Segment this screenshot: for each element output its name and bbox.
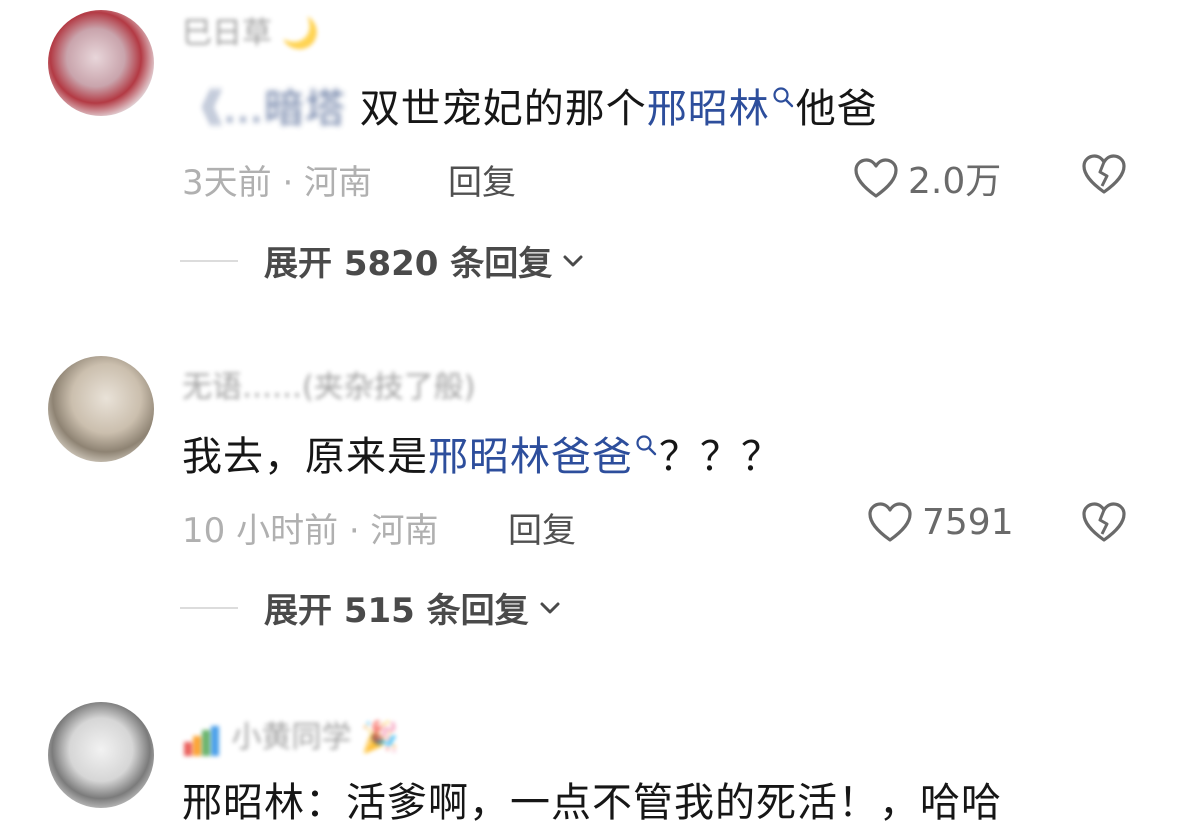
username-text: 无语……(夹杂技了般) (182, 370, 476, 405)
chevron-down-icon (563, 255, 583, 266)
comment-text-plain: 双世宠妃的那个 (346, 86, 647, 132)
reply-button[interactable]: 回复 (448, 155, 516, 204)
like-button[interactable]: 7591 (866, 500, 1014, 544)
username-text: 巳日草 (182, 16, 272, 51)
reply-button[interactable]: 回复 (508, 503, 576, 552)
search-link[interactable]: 邢昭林爸爸 (428, 434, 633, 480)
avatar[interactable] (48, 10, 154, 116)
heart-outline-icon (868, 502, 912, 542)
like-button[interactable]: 2.0万 (852, 152, 1001, 204)
search-link[interactable]: 邢昭林 (647, 86, 770, 132)
dislike-button[interactable] (1080, 152, 1128, 200)
username-text: 小黄同学 (231, 720, 352, 755)
search-icon[interactable] (772, 86, 794, 114)
expand-replies-label: 展开 515 条回复 (264, 591, 529, 631)
heart-outline-icon (854, 158, 898, 198)
broken-heart-icon (1082, 154, 1126, 194)
expand-replies-label: 展开 5820 条回复 (264, 244, 553, 284)
time-location: 10 小时前 · 河南 (182, 511, 439, 551)
expand-replies[interactable]: 展开 5820 条回复 (180, 236, 586, 285)
moon-emoji: 🌙 (281, 16, 319, 51)
username[interactable]: 无语……(夹杂技了般) (182, 362, 475, 406)
dislike-button[interactable] (1080, 500, 1128, 548)
blurred-text: 《…暗塔 (182, 86, 346, 132)
divider (180, 259, 238, 262)
search-icon[interactable] (635, 434, 657, 462)
broken-heart-icon (1082, 502, 1126, 542)
comment-text-after: 他爸 (795, 86, 878, 132)
comment-text-after: ？？？ (659, 434, 782, 480)
comment-text-plain: 我去，原来是 (182, 434, 428, 480)
username[interactable]: 巳日草 🌙 (182, 8, 319, 52)
avatar[interactable] (48, 356, 154, 462)
party-emoji: 🎉 (361, 720, 399, 755)
like-count: 2.0万 (908, 161, 1002, 202)
chevron-down-icon (540, 602, 560, 613)
like-count: 7591 (922, 501, 1014, 543)
comment-text: 邢昭林：活爹啊，一点不管我的死活！，哈哈 (182, 770, 1002, 828)
avatar[interactable] (48, 702, 154, 808)
time-location: 3天前 · 河南 (182, 163, 373, 203)
expand-replies[interactable]: 展开 515 条回复 (180, 583, 563, 632)
comment-text: 《…暗塔 双世宠妃的那个邢昭林 他爸 (182, 76, 878, 134)
username[interactable]: 小黄同学 🎉 (182, 712, 398, 756)
comment-text: 我去，原来是邢昭林爸爸 ？？？ (182, 424, 782, 482)
comment-text-plain: 邢昭林：活爹啊，一点不管我的死活！，哈哈 (182, 780, 1002, 826)
divider (180, 606, 238, 609)
rainbow-icon (182, 724, 222, 756)
